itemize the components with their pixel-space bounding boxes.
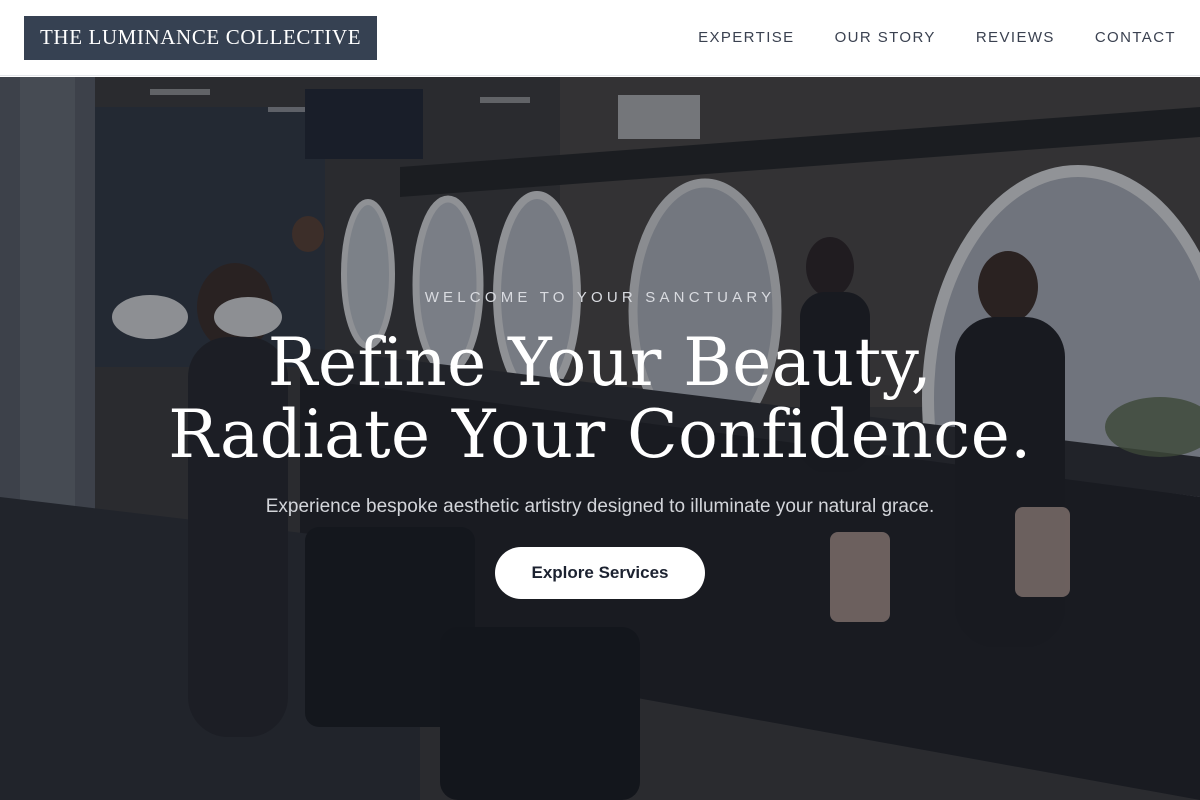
- hero-section: WELCOME TO YOUR SANCTUARY Refine Your Be…: [0, 77, 1200, 800]
- hero-title-line-2: Radiate Your Confidence.: [168, 396, 1032, 473]
- nav-link-reviews[interactable]: REVIEWS: [976, 29, 1055, 46]
- hero-subtitle: Experience bespoke aesthetic artistry de…: [265, 496, 935, 517]
- hero-title-line-1: Refine Your Beauty,: [267, 324, 933, 401]
- hero-title: Refine Your Beauty, Radiate Your Confide…: [0, 327, 1200, 471]
- brand-logo[interactable]: THE LUMINANCE COLLECTIVE: [24, 15, 378, 60]
- hero-eyebrow: WELCOME TO YOUR SANCTUARY: [424, 289, 776, 306]
- explore-services-button[interactable]: Explore Services: [495, 547, 705, 599]
- nav-link-our-story[interactable]: OUR STORY: [835, 29, 936, 46]
- nav-link-expertise[interactable]: EXPERTISE: [698, 29, 795, 46]
- nav-link-contact[interactable]: CONTACT: [1095, 29, 1176, 46]
- main-nav: EXPERTISE OUR STORY REVIEWS CONTACT: [698, 29, 1176, 46]
- site-header: THE LUMINANCE COLLECTIVE EXPERTISE OUR S…: [0, 0, 1200, 76]
- hero-content: WELCOME TO YOUR SANCTUARY Refine Your Be…: [0, 77, 1200, 800]
